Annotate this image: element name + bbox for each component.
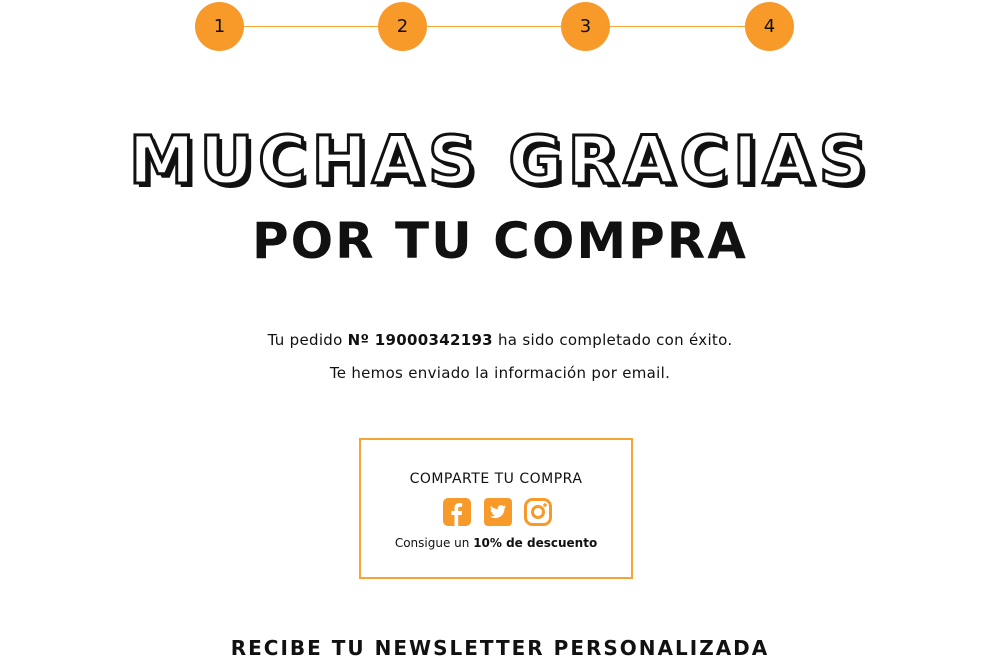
discount-promo: Consigue un 10% de descuento (361, 536, 631, 550)
promo-prefix: Consigue un (394, 536, 470, 550)
facebook-icon[interactable] (443, 498, 471, 526)
step-4: 4 (745, 2, 794, 51)
order-prefix: Tu pedido (267, 331, 343, 349)
checkout-progress-steps: 1 2 3 4 (195, 2, 794, 52)
thank-you-subheading: POR TU COMPRA (252, 212, 748, 270)
order-confirmation-text: Tu pedido Nº 19000342193 ha sido complet… (0, 331, 1000, 349)
share-icons (443, 498, 553, 528)
step-connector (610, 26, 745, 27)
step-2: 2 (378, 2, 427, 51)
step-3: 3 (561, 2, 610, 51)
share-title: COMPARTE TU COMPRA (409, 471, 583, 487)
order-suffix: ha sido completado con éxito. (498, 331, 733, 349)
newsletter-heading: RECIBE TU NEWSLETTER PERSONALIZADA (230, 636, 770, 660)
step-connector (244, 26, 378, 27)
instagram-icon[interactable] (524, 498, 552, 526)
step-1: 1 (195, 2, 244, 51)
twitter-icon[interactable] (484, 498, 512, 526)
promo-discount: 10% de descuento (473, 536, 598, 550)
share-box: COMPARTE TU COMPRA Consigue un 10% de de… (359, 438, 633, 579)
thank-you-heading: MUCHAS GRACIAS (127, 121, 872, 201)
email-note: Te hemos enviado la información por emai… (329, 364, 671, 382)
order-number: Nº 19000342193 (347, 331, 493, 349)
step-connector (427, 26, 561, 27)
